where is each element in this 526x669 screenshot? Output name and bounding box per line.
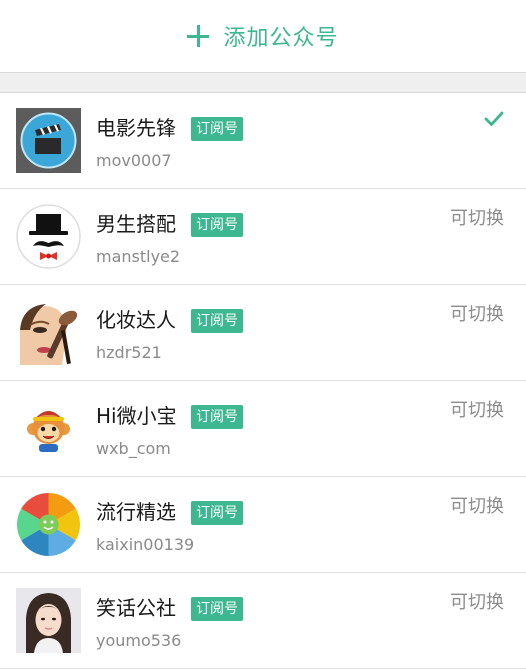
add-account-button[interactable]: 添加公众号 xyxy=(0,0,526,73)
account-row-menstyle[interactable]: 男生搭配 订阅号 manstlye2 可切换 xyxy=(0,189,526,285)
subscription-badge: 订阅号 xyxy=(191,309,243,333)
account-name: 男生搭配 xyxy=(96,212,176,236)
account-name: 笑话公社 xyxy=(96,596,176,620)
account-name: 流行精选 xyxy=(96,500,176,524)
account-row-jokes[interactable]: 笑话公社 订阅号 youmo536 可切换 xyxy=(0,573,526,669)
account-id: kaixin00139 xyxy=(96,535,195,554)
account-id: youmo536 xyxy=(96,631,182,650)
account-id: hzdr521 xyxy=(96,343,162,362)
account-name: Hi微小宝 xyxy=(96,404,177,428)
switch-link[interactable]: 可切换 xyxy=(450,396,504,422)
account-row-popular[interactable]: 流行精选 订阅号 kaixin00139 可切换 xyxy=(0,477,526,573)
subscription-badge: 订阅号 xyxy=(191,597,243,621)
plus-icon xyxy=(187,25,210,47)
switch-link[interactable]: 可切换 xyxy=(450,588,504,614)
account-row-makeup[interactable]: 化妆达人 订阅号 hzdr521 可切换 xyxy=(0,285,526,381)
account-id: mov0007 xyxy=(96,151,172,170)
account-id: manstlye2 xyxy=(96,247,181,266)
checkmark-icon xyxy=(484,111,504,131)
account-row-movie[interactable]: 电影先锋 订阅号 mov0007 xyxy=(0,93,526,189)
makeup-face-icon xyxy=(16,300,81,365)
top-hat-mustache-icon xyxy=(16,204,81,269)
cartoon-monkey-icon xyxy=(16,396,81,461)
account-id: wxb_com xyxy=(96,439,171,458)
subscription-badge: 订阅号 xyxy=(191,117,243,141)
subscription-badge: 订阅号 xyxy=(191,501,243,525)
girl-portrait-icon xyxy=(16,588,81,653)
subscription-badge: 订阅号 xyxy=(191,405,243,429)
account-list: 电影先锋 订阅号 mov0007 男生搭配 订阅号 manstlye2 可切换 xyxy=(0,92,526,669)
switch-link[interactable]: 可切换 xyxy=(450,204,504,230)
subscription-badge: 订阅号 xyxy=(191,213,243,237)
account-name: 电影先锋 xyxy=(96,116,176,140)
account-name: 化妆达人 xyxy=(96,308,176,332)
add-account-label: 添加公众号 xyxy=(223,26,339,51)
rainbow-aperture-icon xyxy=(16,492,81,557)
film-clapper-icon xyxy=(16,108,81,173)
switch-link[interactable]: 可切换 xyxy=(450,492,504,518)
account-row-wxb[interactable]: Hi微小宝 订阅号 wxb_com 可切换 xyxy=(0,381,526,477)
switch-link[interactable]: 可切换 xyxy=(450,300,504,326)
